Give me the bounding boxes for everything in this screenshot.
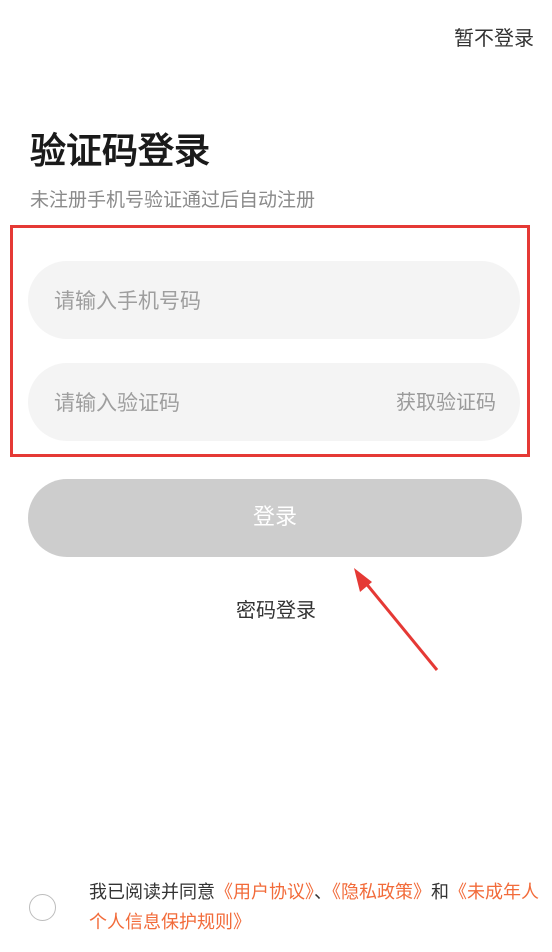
verification-code-input[interactable] xyxy=(52,363,356,443)
get-code-button[interactable]: 获取验证码 xyxy=(396,363,496,441)
agreement-separator: 、 xyxy=(314,882,332,903)
agreement-and: 和 xyxy=(431,882,449,903)
agreement-checkbox[interactable] xyxy=(29,894,56,921)
page-subtitle: 未注册手机号验证通过后自动注册 xyxy=(30,189,316,211)
code-field[interactable]: 获取验证码 xyxy=(28,363,520,443)
privacy-policy-link[interactable]: 《隐私政策》 xyxy=(332,882,431,903)
login-button[interactable]: 登录 xyxy=(28,479,522,557)
agreement-text: 我已阅读并同意《用户协议》、《隐私政策》和《未成年人个人信息保护规则》 xyxy=(89,878,549,938)
skip-login-link[interactable]: 暂不登录 xyxy=(454,22,534,51)
user-agreement-link[interactable]: 《用户协议》 xyxy=(215,882,314,903)
password-login-link[interactable]: 密码登录 xyxy=(0,594,552,623)
page-title: 验证码登录 xyxy=(30,131,211,172)
agreement-prefix: 我已阅读并同意 xyxy=(89,882,215,903)
phone-field[interactable] xyxy=(28,261,520,341)
phone-input[interactable] xyxy=(52,261,496,341)
